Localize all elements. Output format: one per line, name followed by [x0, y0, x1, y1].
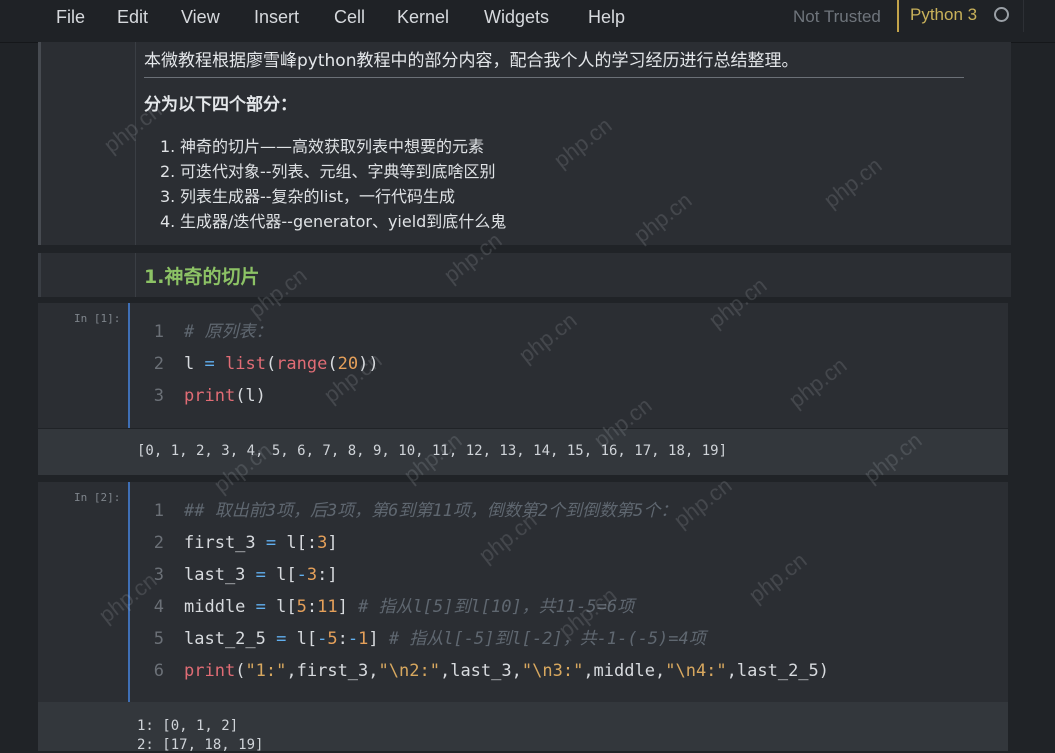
- code-line: 6 print("1:",first_3,"\n2:",last_3,"\n3:"…: [153, 661, 830, 681]
- code-line: 5 last_2_5 = l[-5:-1] # 指从l[-5]到l[-2]，共-1…: [153, 629, 706, 649]
- section-heading: 分为以下四个部分：: [144, 95, 297, 115]
- menu-insert[interactable]: Insert: [254, 7, 299, 28]
- output-area-2: 1: [0, 1, 2] 2: [17, 18, 19]: [38, 702, 1008, 753]
- menu-cell[interactable]: Cell: [334, 7, 365, 28]
- menu-view[interactable]: View: [181, 7, 220, 28]
- code-cell-1[interactable]: In [1]: 1 # 原列表： 2l = list(range(20)) 3 pr…: [38, 303, 1008, 428]
- kernel-idle-icon: [994, 7, 1009, 22]
- markdown-body: 1.神奇的切片: [135, 253, 1011, 297]
- section-title: 1.神奇的切片: [144, 266, 260, 288]
- list-item: 2. 可迭代对象--列表、元组、字典等到底啥区别: [160, 162, 496, 181]
- kernel-name: Python 3: [910, 5, 978, 24]
- menu-help[interactable]: Help: [588, 7, 625, 28]
- divider: [144, 77, 964, 78]
- toc-list: 1. 神奇的切片——高效获取列表中想要的元素 2. 可迭代对象--列表、元组、字典等…: [160, 134, 506, 234]
- notebook: 本微教程根据廖雪峰python教程中的部分内容，配合我个人的学习经历进行总结整理…: [38, 42, 1011, 753]
- code-cell-2[interactable]: In [2]: 1 ## 取出前3项，后3项，第6到第11项，倒数第2个到倒数第5…: [38, 482, 1008, 702]
- code-line: 3 print(l): [153, 386, 266, 406]
- markdown-body: 本微教程根据廖雪峰python教程中的部分内容，配合我个人的学习经历进行总结整理…: [135, 42, 1011, 245]
- intro-text: 本微教程根据廖雪峰python教程中的部分内容，配合我个人的学习经历进行总结整理…: [144, 51, 799, 71]
- list-item: 4. 生成器/迭代器--generator、yield到底什么鬼: [160, 212, 507, 231]
- code-editor[interactable]: 1 # 原列表： 2l = list(range(20)) 3 print(l): [128, 303, 1008, 428]
- menu-edit[interactable]: Edit: [117, 7, 148, 28]
- code-line: 3 last_3 = l[-3:]: [153, 565, 338, 585]
- list-item: 3. 列表生成器--复杂的list，一行代码生成: [160, 187, 456, 206]
- code-line: 2 first_3 = l[:3]: [153, 533, 338, 553]
- trust-status[interactable]: Not Trusted: [793, 7, 881, 27]
- intro-markdown-cell[interactable]: 本微教程根据廖雪峰python教程中的部分内容，配合我个人的学习经历进行总结整理…: [38, 42, 1011, 245]
- input-prompt: In [2]:: [74, 491, 121, 504]
- menu-widgets[interactable]: Widgets: [484, 7, 549, 28]
- menu-kernel[interactable]: Kernel: [397, 7, 449, 28]
- code-line: 1 ## 取出前3项，后3项，第6到第11项，倒数第2个到倒数第5个：: [153, 501, 678, 521]
- list-item: 1. 神奇的切片——高效获取列表中想要的元素: [160, 137, 485, 156]
- menubar: File Edit View Insert Cell Kernel Widget…: [0, 0, 1055, 43]
- code-line: 2l = list(range(20)): [153, 354, 379, 374]
- menu-file[interactable]: File: [56, 7, 85, 28]
- code-editor[interactable]: 1 ## 取出前3项，后3项，第6到第11项，倒数第2个到倒数第5个： 2 firs…: [128, 482, 1008, 702]
- code-line: 4 middle = l[5:11] # 指从l[5]到l[10]，共11-5=6…: [153, 597, 635, 617]
- input-prompt: In [1]:: [74, 312, 121, 325]
- output-text: 1: [0, 1, 2]: [137, 718, 239, 734]
- output-text: [0, 1, 2, 3, 4, 5, 6, 7, 8, 9, 10, 11, 1…: [137, 443, 728, 459]
- output-area-1: [0, 1, 2, 3, 4, 5, 6, 7, 8, 9, 10, 11, 1…: [38, 429, 1008, 475]
- heading-markdown-cell[interactable]: 1.神奇的切片: [38, 253, 1011, 297]
- code-line: 1 # 原列表：: [153, 322, 273, 342]
- kernel-indicator-box[interactable]: Python 3: [897, 0, 1024, 32]
